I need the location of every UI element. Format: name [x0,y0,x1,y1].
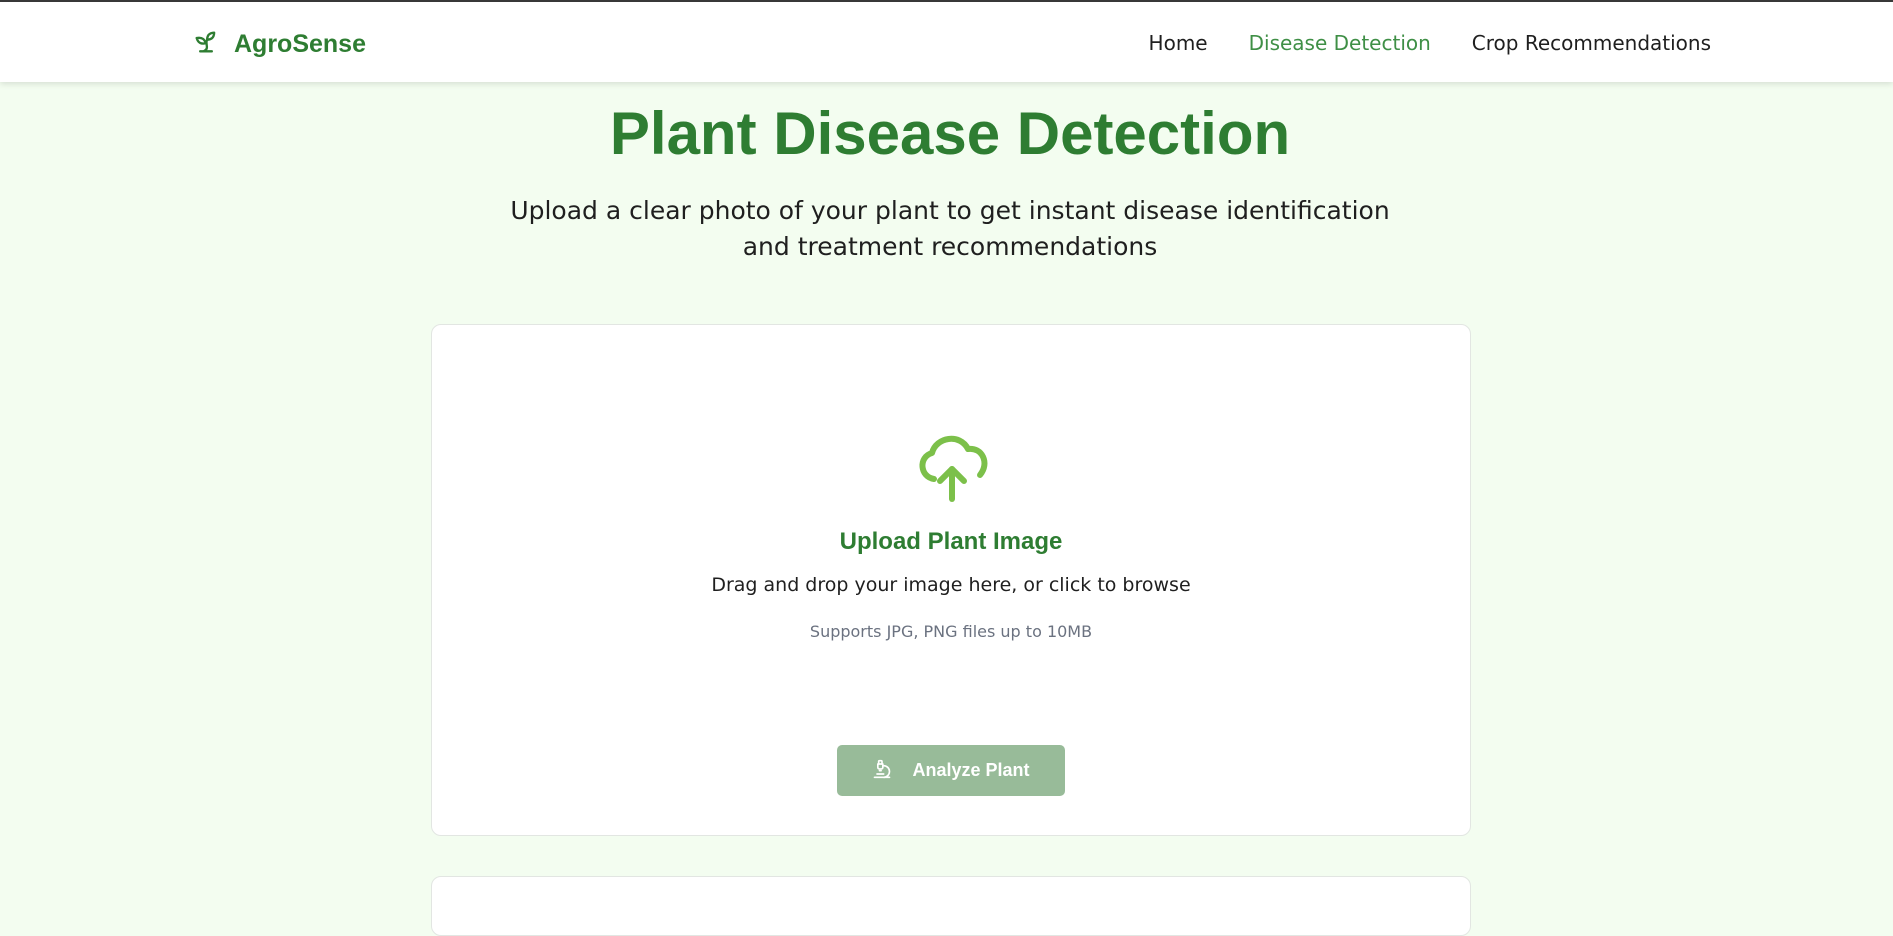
image-drop-zone[interactable]: Upload Plant Image Drag and drop your im… [432,325,1470,705]
page-subtitle: Upload a clear photo of your plant to ge… [510,196,1390,261]
analyze-plant-label: Analyze Plant [912,760,1030,780]
cloud-upload-icon [912,429,992,505]
nav-crop-recommendations[interactable]: Crop Recommendations [1472,28,1711,58]
analyze-plant-button[interactable]: Analyze Plant [837,745,1065,796]
upload-description: Drag and drop your image here, or click … [711,574,1191,596]
site-header: AgroSense Home Disease Detection Crop Re… [0,2,1893,82]
upload-title: Upload Plant Image [839,528,1063,555]
brand-name: AgroSense [234,29,366,58]
sprout-icon [192,28,220,60]
results-card [431,876,1471,936]
upload-card: Upload Plant Image Drag and drop your im… [431,324,1471,836]
page-title: Plant Disease Detection [609,100,1291,167]
main-nav: Home Disease Detection Crop Recommendati… [1149,28,1711,58]
microscope-icon [872,758,892,783]
upload-file-hint: Supports JPG, PNG files up to 10MB [809,622,1093,641]
nav-home[interactable]: Home [1149,28,1208,58]
nav-disease-detection[interactable]: Disease Detection [1249,28,1431,58]
brand-logo[interactable]: AgroSense [192,26,366,62]
